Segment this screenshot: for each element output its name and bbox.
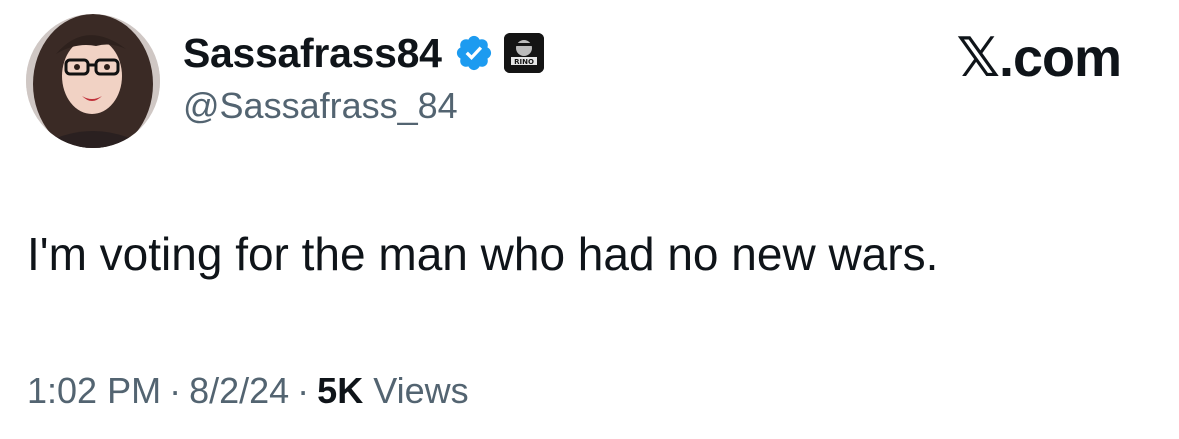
tweet-card: Sassafrass84 RINO @Sassafrass_84 𝕏.com I… bbox=[0, 0, 1179, 439]
tweet-date[interactable]: 8/2/24 bbox=[189, 370, 289, 411]
svg-text:RINO: RINO bbox=[514, 58, 534, 66]
views-count[interactable]: 5K bbox=[317, 370, 363, 411]
site-label: 𝕏.com bbox=[956, 28, 1122, 88]
tweet-text: I'm voting for the man who had no new wa… bbox=[27, 228, 939, 280]
affiliate-badge-icon[interactable]: RINO bbox=[503, 33, 544, 73]
separator-dot: · bbox=[297, 370, 310, 411]
views-label[interactable]: Views bbox=[373, 370, 468, 411]
profile-avatar[interactable] bbox=[26, 14, 160, 148]
display-name-row: Sassafrass84 RINO bbox=[183, 28, 544, 78]
separator-dot: · bbox=[169, 370, 182, 411]
display-name[interactable]: Sassafrass84 bbox=[183, 28, 442, 78]
tweet-time[interactable]: 1:02 PM bbox=[27, 370, 161, 411]
verified-badge-icon[interactable] bbox=[454, 33, 494, 73]
tweet-meta: 1:02 PM · 8/2/24 · 5K Views bbox=[27, 368, 469, 414]
user-handle[interactable]: @Sassafrass_84 bbox=[183, 84, 458, 128]
